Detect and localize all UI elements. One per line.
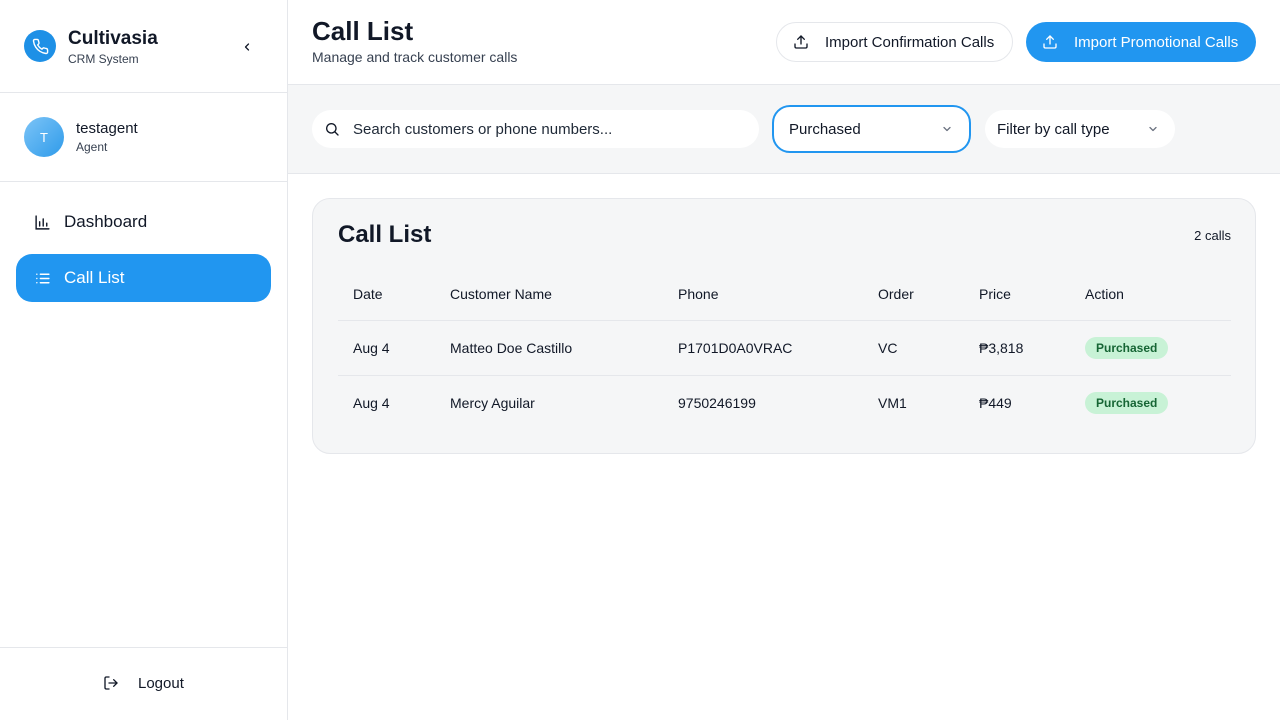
cell-order: VM1 <box>878 394 907 411</box>
sidebar: Cultivasia CRM System T testagent Agent … <box>0 0 288 720</box>
column-header-price: Price <box>964 269 1070 321</box>
table-header-row: Date Customer Name Phone Order Price Act… <box>338 269 1231 321</box>
page-header: Call List Manage and track customer call… <box>288 0 1280 85</box>
search-box <box>312 110 759 148</box>
import-promotional-calls-button[interactable]: Import Promotional Calls <box>1026 22 1256 62</box>
cell-price: ₱449 <box>979 394 1012 411</box>
call-type-filter-placeholder: Filter by call type <box>997 120 1110 138</box>
sidebar-nav: Dashboard Call List <box>16 198 271 310</box>
cell-action: Purchased <box>1070 375 1231 430</box>
page-title: Call List <box>312 16 414 46</box>
cell-customer-name: Matteo Doe Castillo <box>435 320 663 376</box>
brand-header: Cultivasia CRM System <box>0 0 287 93</box>
search-icon <box>324 121 340 137</box>
list-icon <box>33 269 51 287</box>
status-badge[interactable]: Purchased <box>1085 336 1169 359</box>
status-filter-select[interactable]: Purchased <box>772 105 971 153</box>
call-type-filter-select[interactable]: Filter by call type <box>985 110 1175 148</box>
table-row[interactable]: Aug 4 Matteo Doe Castillo P1701D0A0VRAC … <box>338 320 1231 376</box>
table-row[interactable]: Aug 4 Mercy Aguilar 9750246199 VM1 ₱449 … <box>338 375 1231 430</box>
logout-area: Logout <box>0 647 288 720</box>
upload-icon <box>793 34 809 50</box>
card-title: Call List <box>338 221 432 248</box>
logout-label: Logout <box>138 674 184 692</box>
cell-customer-name: Mercy Aguilar <box>450 394 535 411</box>
chevron-left-icon <box>244 43 250 51</box>
filter-bar: Purchased Filter by call type <box>288 85 1280 174</box>
cell-phone: P1701D0A0VRAC <box>663 320 863 376</box>
column-header-order: Order <box>863 269 964 321</box>
app-name: Cultivasia <box>68 28 158 49</box>
cell-date: Aug 4 <box>338 320 435 376</box>
page-subtitle: Manage and track customer calls <box>312 49 518 65</box>
user-role: Agent <box>76 140 108 154</box>
chevron-down-icon <box>941 123 953 135</box>
call-table: Date Customer Name Phone Order Price Act… <box>338 269 1231 430</box>
chevron-down-icon <box>1147 123 1159 135</box>
user-name: testagent <box>76 120 138 137</box>
cell-price: ₱3,818 <box>964 320 1070 376</box>
app-subtitle: CRM System <box>68 52 139 66</box>
column-header-phone: Phone <box>663 269 863 321</box>
sidebar-item-dashboard[interactable]: Dashboard <box>16 198 271 246</box>
logout-icon <box>102 674 120 692</box>
call-count: 2 calls <box>1194 228 1231 243</box>
upload-icon <box>1042 34 1058 50</box>
logout-button[interactable]: Logout <box>102 674 184 692</box>
import-promotional-label: Import Promotional Calls <box>1074 33 1239 51</box>
sidebar-item-label: Call List <box>64 268 125 287</box>
user-profile: T testagent Agent <box>0 93 287 182</box>
status-filter-value: Purchased <box>789 120 861 138</box>
column-header-customer-name: Customer Name <box>435 269 663 321</box>
cell-order: VC <box>863 320 964 376</box>
collapse-sidebar-button[interactable] <box>236 36 258 58</box>
call-list-card: Call List 2 calls Date Customer Name Pho… <box>312 198 1256 454</box>
cell-phone: 9750246199 <box>678 394 756 411</box>
status-badge[interactable]: Purchased <box>1085 391 1169 414</box>
bar-chart-icon <box>33 213 51 231</box>
cell-date: Aug 4 <box>353 394 390 411</box>
sidebar-item-call-list[interactable]: Call List <box>16 254 271 302</box>
phone-icon <box>24 30 56 62</box>
import-confirmation-calls-button[interactable]: Import Confirmation Calls <box>776 22 1013 62</box>
column-header-date: Date <box>338 269 435 321</box>
sidebar-item-label: Dashboard <box>64 212 148 231</box>
import-confirmation-label: Import Confirmation Calls <box>825 33 995 51</box>
column-header-action: Action <box>1070 269 1231 321</box>
search-input[interactable] <box>353 120 743 138</box>
avatar: T <box>24 117 64 157</box>
cell-action: Purchased <box>1070 320 1231 376</box>
